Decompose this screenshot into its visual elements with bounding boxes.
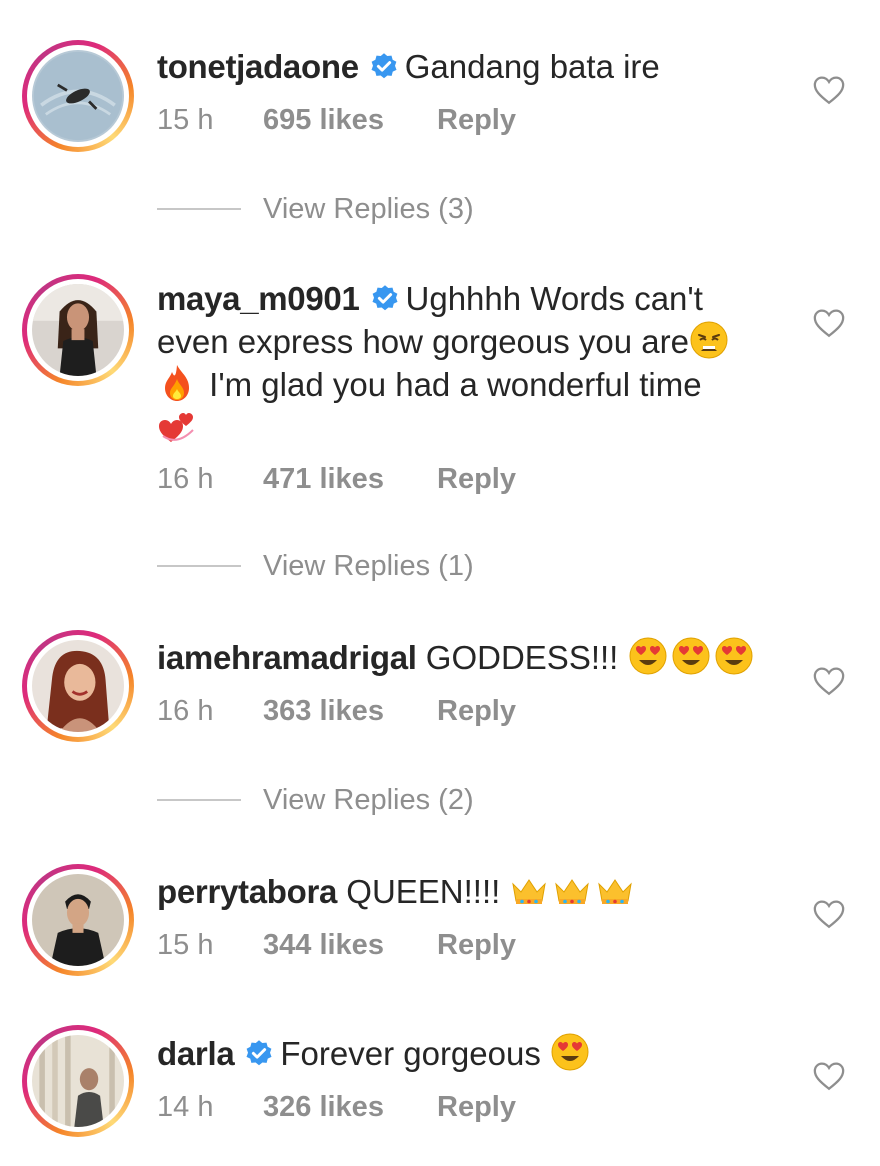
verified-badge-icon xyxy=(369,52,399,82)
avatar-image-woman-smiling xyxy=(32,640,124,732)
comment-body: maya_m0901 Ughhhh Words can't even expres… xyxy=(157,278,767,449)
crown-emoji-icon xyxy=(552,870,592,910)
comment-text: GODDESS!!! xyxy=(425,639,619,676)
comment-body: darla Forever gorgeous xyxy=(157,1032,767,1075)
comment-likes[interactable]: 326 likes xyxy=(263,1089,384,1125)
comment-likes[interactable]: 471 likes xyxy=(263,461,384,497)
avatar-image-woman xyxy=(32,284,124,376)
verified-badge-icon xyxy=(244,1039,274,1069)
heart-outline-icon[interactable] xyxy=(812,73,846,107)
replies-divider xyxy=(157,208,241,210)
fire-emoji-icon xyxy=(157,363,197,403)
avatar-image-woman-curtains xyxy=(32,1035,124,1127)
reply-button[interactable]: Reply xyxy=(437,693,516,729)
comment-likes[interactable]: 344 likes xyxy=(263,927,384,963)
comment-body: tonetjadaone Gandang bata ire xyxy=(157,46,767,88)
verified-badge-icon xyxy=(370,284,400,314)
heart-outline-icon[interactable] xyxy=(812,897,846,931)
comment-text-line1: Ughhhh Words can't xyxy=(405,280,703,317)
replies-divider xyxy=(157,565,241,567)
avatar xyxy=(32,284,124,376)
comment-likes[interactable]: 695 likes xyxy=(263,102,384,138)
comment-likes[interactable]: 363 likes xyxy=(263,693,384,729)
comment-text-line2: even express how gorgeous you are xyxy=(157,323,689,360)
avatar xyxy=(32,640,124,732)
avatar-story-ring[interactable] xyxy=(22,40,134,152)
comment-time: 14 h xyxy=(157,1091,214,1123)
comment-time: 16 h xyxy=(157,695,214,727)
comment-time: 15 h xyxy=(157,929,214,961)
comment-body: perrytabora QUEEN!!!! xyxy=(157,870,767,913)
crown-emoji-icon xyxy=(595,870,635,910)
replies-divider xyxy=(157,799,241,801)
comment-username[interactable]: darla xyxy=(157,1035,235,1072)
comment-username[interactable]: maya_m0901 xyxy=(157,280,360,317)
view-replies-label[interactable]: View Replies (2) xyxy=(263,780,474,820)
view-replies-label[interactable]: View Replies (3) xyxy=(263,189,474,229)
heart-outline-icon[interactable] xyxy=(812,664,846,698)
heart-outline-icon[interactable] xyxy=(812,306,846,340)
avatar-story-ring[interactable] xyxy=(22,1025,134,1137)
comment-text: Gandang bata ire xyxy=(404,48,660,85)
comment-username[interactable]: iamehramadrigal xyxy=(157,639,417,676)
comment-body: iamehramadrigal GODDESS!!! xyxy=(157,636,767,679)
comment-time: 15 h xyxy=(157,104,214,136)
avatar xyxy=(32,50,124,142)
heart-eyes-emoji-icon xyxy=(628,636,668,676)
avatar xyxy=(32,1035,124,1127)
comment-time: 16 h xyxy=(157,463,214,495)
reply-button[interactable]: Reply xyxy=(437,102,516,138)
comment-text: QUEEN!!!! xyxy=(346,873,501,910)
comment-username[interactable]: tonetjadaone xyxy=(157,48,359,85)
crown-emoji-icon xyxy=(509,870,549,910)
avatar-story-ring[interactable] xyxy=(22,630,134,742)
view-replies-label[interactable]: View Replies (1) xyxy=(263,546,474,586)
comment-text-line3: I'm glad you had a wonderful time xyxy=(200,366,702,403)
reply-button[interactable]: Reply xyxy=(437,461,516,497)
weary-face-emoji-icon xyxy=(689,320,729,360)
heart-outline-icon[interactable] xyxy=(812,1059,846,1093)
avatar-image-man xyxy=(32,874,124,966)
heart-eyes-emoji-icon xyxy=(550,1032,590,1072)
avatar-story-ring[interactable] xyxy=(22,274,134,386)
avatar xyxy=(32,874,124,966)
heart-eyes-emoji-icon xyxy=(714,636,754,676)
comment-username[interactable]: perrytabora xyxy=(157,873,337,910)
avatar-story-ring[interactable] xyxy=(22,864,134,976)
comment-text: Forever gorgeous xyxy=(280,1035,541,1072)
avatar-image-skydiver xyxy=(32,50,124,142)
revolving-hearts-emoji-icon xyxy=(157,406,197,446)
reply-button[interactable]: Reply xyxy=(437,927,516,963)
heart-eyes-emoji-icon xyxy=(671,636,711,676)
reply-button[interactable]: Reply xyxy=(437,1089,516,1125)
